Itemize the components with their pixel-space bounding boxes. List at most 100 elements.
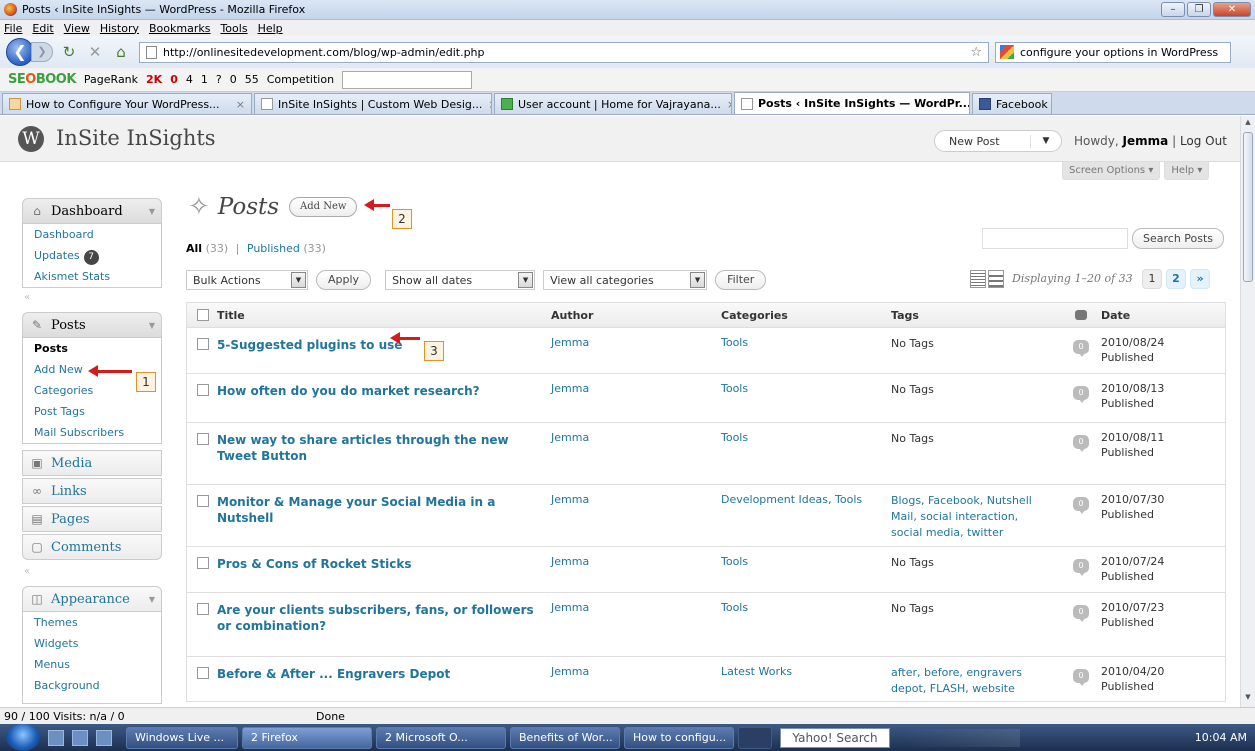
list-view-icon[interactable]: [970, 270, 986, 288]
post-title-link[interactable]: Pros & Cons of Rocket Sticks: [217, 556, 547, 572]
task-how-to-configure[interactable]: How to configu...: [624, 726, 734, 749]
menu-appearance[interactable]: ◫ Appearance ▼: [22, 586, 162, 612]
row-checkbox[interactable]: [197, 667, 209, 679]
column-author[interactable]: Author: [551, 309, 593, 322]
task-firefox[interactable]: 2 Firefox: [242, 726, 372, 749]
excerpt-view-icon[interactable]: [988, 270, 1004, 288]
back-button[interactable]: ❮: [6, 38, 34, 66]
user-name-link[interactable]: Jemma: [1123, 134, 1169, 148]
next-page-link[interactable]: »: [1190, 269, 1210, 289]
search-posts-button[interactable]: Search Posts: [1132, 228, 1225, 249]
post-author-link[interactable]: Jemma: [551, 382, 589, 395]
menu-help[interactable]: Help: [258, 22, 283, 35]
row-checkbox[interactable]: [197, 495, 209, 507]
menu-history[interactable]: History: [100, 22, 139, 35]
site-title[interactable]: InSite InSights: [56, 126, 216, 150]
vertical-scrollbar[interactable]: ▲ ▼: [1240, 116, 1255, 707]
chevron-down-icon[interactable]: ▼: [1031, 136, 1061, 146]
tab-close-icon[interactable]: ×: [230, 98, 245, 111]
task-benefits-of-wordpress[interactable]: Benefits of Wor...: [510, 726, 620, 749]
post-title-link[interactable]: How often do you do market research?: [217, 383, 547, 399]
search-bar[interactable]: configure your options in WordPress: [995, 41, 1231, 63]
seo-item-4[interactable]: 1: [201, 73, 208, 86]
post-tags[interactable]: after, before, engravers depot, FLASH, w…: [891, 665, 1051, 697]
submenu-dashboard[interactable]: Dashboard: [23, 224, 161, 245]
menu-pages[interactable]: ▤ Pages: [22, 506, 162, 532]
submenu-widgets[interactable]: Widgets: [23, 633, 161, 654]
bookmark-star-icon[interactable]: ☆: [970, 45, 982, 60]
post-author-link[interactable]: Jemma: [551, 493, 589, 506]
add-new-button[interactable]: Add New: [289, 197, 358, 217]
seo-item-2[interactable]: 0: [170, 73, 178, 86]
comment-count-icon[interactable]: 0: [1073, 386, 1089, 403]
select-all-checkbox[interactable]: [197, 309, 209, 321]
seo-item-3[interactable]: 4: [186, 73, 193, 86]
tab-posts-active[interactable]: Posts ‹ InSite InSights — WordPr... ×: [734, 92, 970, 114]
comment-count-icon[interactable]: 0: [1073, 435, 1089, 452]
task-hp-icon[interactable]: [738, 726, 772, 749]
submenu-mail-subscribers[interactable]: Mail Subscribers: [23, 422, 161, 443]
favorite-actions-dropdown[interactable]: New Post ▼: [934, 130, 1062, 152]
menu-tools[interactable]: Tools: [220, 22, 247, 35]
dates-select[interactable]: Show all dates ▼: [385, 270, 536, 290]
scroll-down-icon[interactable]: ▼: [1243, 693, 1253, 705]
row-checkbox[interactable]: [197, 557, 209, 569]
tab-close-icon[interactable]: ×: [482, 98, 491, 111]
comment-count-icon[interactable]: 0: [1073, 497, 1089, 514]
submenu-post-tags[interactable]: Post Tags: [23, 401, 161, 422]
column-title[interactable]: Title: [217, 309, 245, 322]
forward-button[interactable]: ❯: [31, 42, 53, 62]
stop-icon[interactable]: ✕: [85, 43, 105, 61]
menu-media[interactable]: ▣ Media: [22, 450, 162, 476]
post-author-link[interactable]: Jemma: [551, 665, 589, 678]
row-checkbox[interactable]: [197, 338, 209, 350]
yahoo-search-input[interactable]: Yahoo! Search: [780, 727, 890, 748]
filter-button[interactable]: Filter: [715, 270, 767, 290]
page-2-link[interactable]: 2: [1166, 269, 1186, 289]
task-microsoft-office[interactable]: 2 Microsoft O...: [376, 726, 506, 749]
post-categories[interactable]: Tools: [721, 601, 748, 614]
pagerank-item[interactable]: PageRank: [84, 73, 138, 86]
submenu-background[interactable]: Background: [23, 675, 161, 696]
close-button[interactable]: ✕: [1213, 2, 1251, 17]
filter-all-link[interactable]: All: [186, 242, 202, 255]
menu-toggle-icon[interactable]: ▼: [149, 595, 155, 604]
seo-search-input[interactable]: [342, 70, 473, 89]
menu-comments[interactable]: ▢ Comments: [22, 534, 162, 560]
row-checkbox[interactable]: [197, 384, 209, 396]
menu-dashboard[interactable]: ⌂ Dashboard ▼: [22, 198, 162, 224]
tab-insite-insights[interactable]: InSite InSights | Custom Web Desig... ×: [254, 93, 492, 114]
menu-file[interactable]: File: [4, 22, 22, 35]
menu-bookmarks[interactable]: Bookmarks: [149, 22, 210, 35]
tab-user-account[interactable]: User account | Home for Vajrayana... ×: [494, 93, 732, 114]
scroll-up-icon[interactable]: ▲: [1243, 118, 1253, 130]
row-checkbox[interactable]: [197, 433, 209, 445]
column-date[interactable]: Date: [1101, 309, 1130, 322]
post-author-link[interactable]: Jemma: [551, 336, 589, 349]
search-posts-input[interactable]: [982, 228, 1128, 249]
post-author-link[interactable]: Jemma: [551, 431, 589, 444]
post-categories[interactable]: Development Ideas, Tools: [721, 493, 862, 506]
reload-icon[interactable]: ↻: [59, 43, 79, 61]
competition-menu[interactable]: Competition: [267, 73, 334, 86]
tab-facebook[interactable]: Facebook: [972, 93, 1052, 114]
comment-count-icon[interactable]: 0: [1073, 605, 1089, 622]
explorer-icon[interactable]: [96, 729, 112, 746]
url-bar[interactable]: http://onlinesitedevelopment.com/blog/wp…: [139, 41, 989, 63]
post-categories[interactable]: Tools: [721, 431, 748, 444]
submenu-posts[interactable]: Posts: [23, 338, 161, 359]
menu-posts[interactable]: ✎ Posts ▼: [22, 312, 162, 338]
submenu-akismet-stats[interactable]: Akismet Stats: [23, 266, 161, 287]
tab-close-icon[interactable]: ×: [721, 98, 731, 111]
home-icon[interactable]: ⌂: [111, 43, 131, 61]
submenu-updates[interactable]: Updates 7: [23, 245, 161, 266]
post-categories[interactable]: Tools: [721, 336, 748, 349]
menu-edit[interactable]: Edit: [32, 22, 53, 35]
comment-count-icon[interactable]: 0: [1073, 340, 1089, 357]
post-author-link[interactable]: Jemma: [551, 555, 589, 568]
row-checkbox[interactable]: [197, 603, 209, 615]
post-tags[interactable]: Blogs, Facebook, Nutshell Mail, social i…: [891, 493, 1051, 541]
minimize-button[interactable]: –: [1161, 2, 1185, 17]
seo-item-5[interactable]: ?: [216, 73, 222, 86]
new-post-link[interactable]: New Post: [935, 134, 1031, 148]
